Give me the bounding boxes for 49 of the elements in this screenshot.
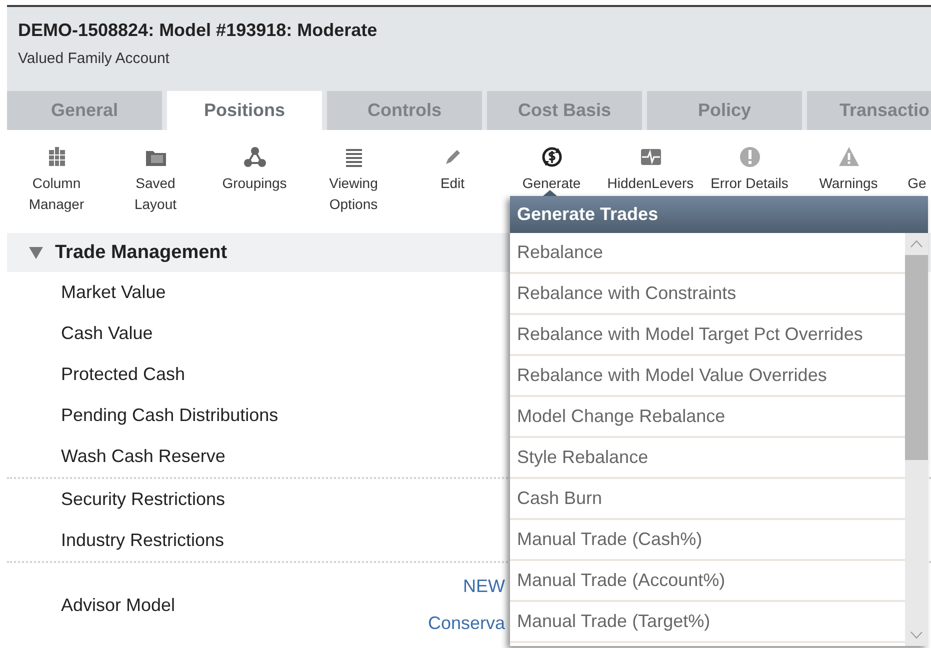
collapse-triangle-icon[interactable] bbox=[29, 246, 43, 258]
section-title: Trade Management bbox=[55, 242, 228, 264]
toolbar-button-label[interactable]: Manager bbox=[28, 194, 84, 215]
toolbar-button-label[interactable]: Saved bbox=[136, 173, 176, 194]
toolbar-button-label[interactable]: Layout bbox=[134, 194, 177, 215]
field-label: Pending Cash Distributions bbox=[61, 405, 280, 426]
field-label: Protected Cash bbox=[61, 364, 186, 385]
field-label: Market Value bbox=[61, 282, 167, 303]
pointer-triangle-icon bbox=[543, 190, 557, 196]
menu-item[interactable]: Cash Burn bbox=[510, 479, 905, 520]
waveform-icon bbox=[640, 146, 662, 168]
model-link[interactable]: Conserva bbox=[428, 613, 505, 634]
menu-title: Generate Trades bbox=[510, 196, 928, 233]
menu-item[interactable]: Manual Trade (Cash%) bbox=[510, 520, 905, 561]
tab[interactable]: Positions bbox=[167, 91, 322, 130]
model-link[interactable]: NEW bbox=[463, 576, 505, 597]
field-label: Wash Cash Reserve bbox=[61, 446, 226, 467]
toolbar-button-label[interactable]: Generate bbox=[522, 173, 581, 194]
menu-item[interactable]: Model Change Rebalance bbox=[510, 397, 905, 438]
menu-item[interactable]: Rebalance with Model Value Overrides bbox=[510, 356, 905, 397]
field-label: Industry Restrictions bbox=[61, 530, 226, 551]
toolbar-button-label[interactable]: Edit bbox=[440, 173, 465, 194]
menu-item[interactable]: Manual Trade (Account%) bbox=[510, 561, 905, 602]
account-title: DEMO-1508824: Model #193918: Moderate bbox=[18, 19, 378, 42]
menu-item[interactable]: Style Rebalance bbox=[510, 438, 905, 479]
nodes-icon bbox=[244, 146, 266, 168]
menu-item[interactable]: Rebalance with Constraints bbox=[510, 274, 905, 315]
toolbar-button-label[interactable]: Options bbox=[329, 194, 378, 215]
field-label: Cash Value bbox=[61, 323, 154, 344]
toolbar-button-label[interactable]: Viewing bbox=[329, 173, 378, 194]
exclamation-icon bbox=[738, 146, 760, 168]
menu-item[interactable]: Manual Trade (Target%) bbox=[510, 602, 905, 643]
toolbar-button-label[interactable]: Error Details bbox=[710, 173, 788, 194]
toolbar-button-label[interactable]: Column bbox=[32, 173, 81, 194]
scroll-down-icon[interactable] bbox=[910, 631, 923, 639]
scroll-up-icon[interactable] bbox=[910, 240, 923, 248]
field-label: Security Restrictions bbox=[61, 489, 226, 510]
toolbar-button-label[interactable]: HiddenLevers bbox=[607, 173, 694, 194]
toolbar-button-label[interactable]: Groupings bbox=[222, 173, 287, 194]
warning-icon bbox=[838, 146, 860, 168]
scrollbar[interactable] bbox=[905, 233, 928, 646]
menu-item[interactable]: Rebalance with Model Target Pct Overrides bbox=[510, 315, 905, 356]
dollar-cycle-icon bbox=[540, 146, 562, 168]
field-label: Advisor Model bbox=[61, 594, 176, 616]
account-subtitle: Valued Family Account bbox=[18, 49, 170, 69]
toolbar-button-label[interactable]: Ge bbox=[908, 173, 926, 194]
scrollbar-thumb[interactable] bbox=[905, 255, 928, 460]
menu-item[interactable]: Rebalance bbox=[510, 233, 905, 274]
toolbar-button-label[interactable]: Warnings bbox=[819, 173, 878, 194]
